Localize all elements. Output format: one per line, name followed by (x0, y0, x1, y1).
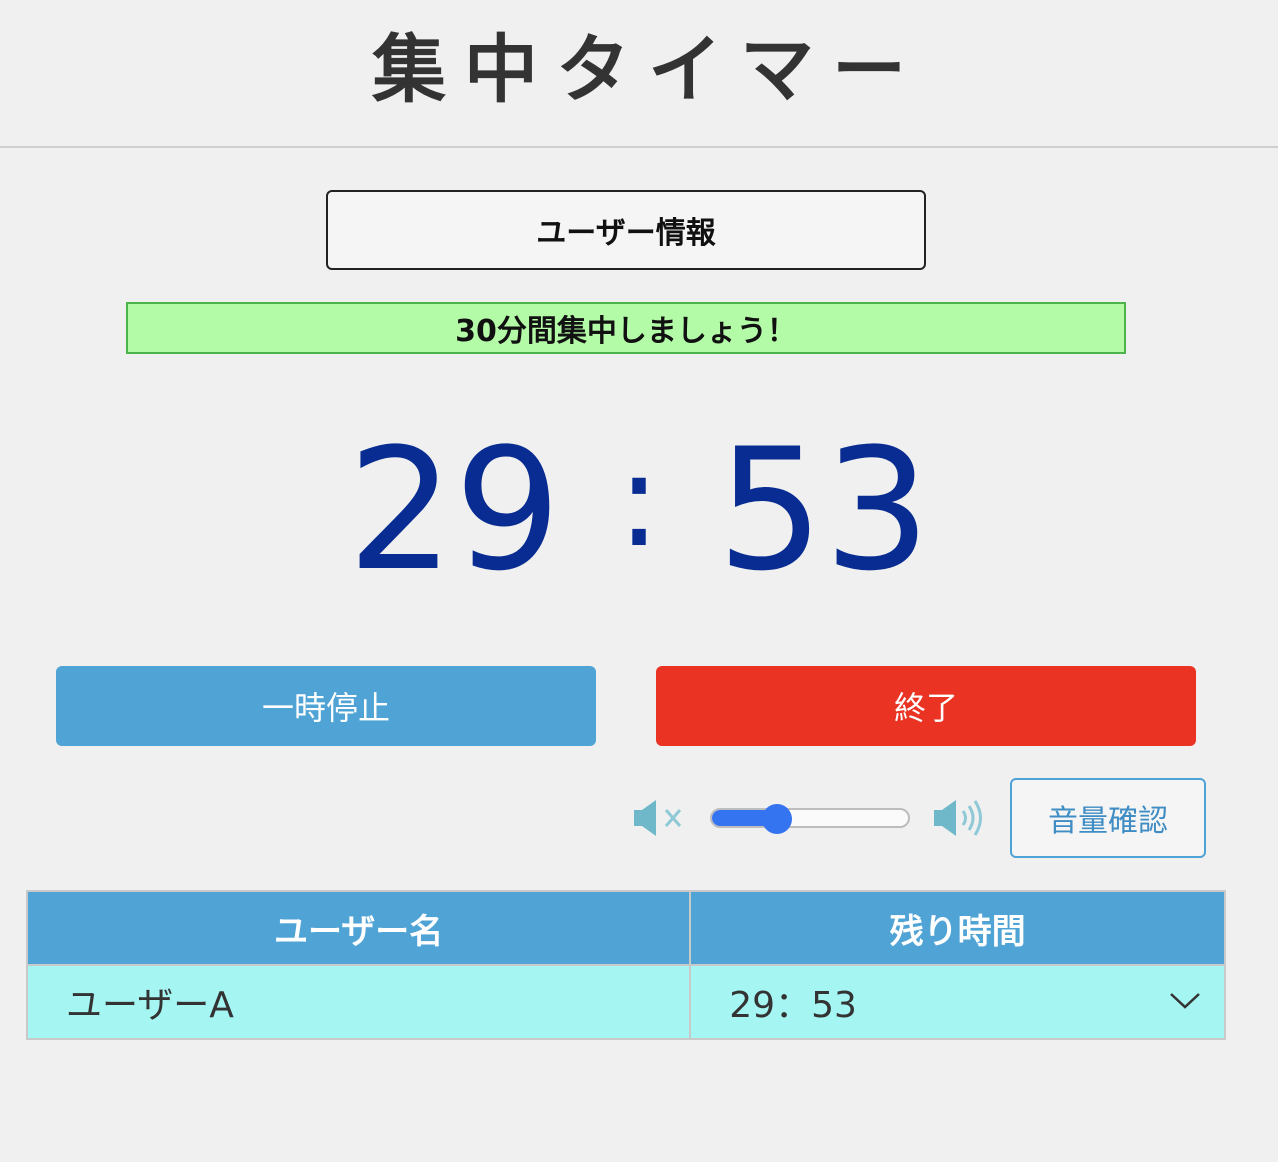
table-header-row: ユーザー名 残り時間 (25, 890, 1226, 966)
timer-separator: : (617, 424, 661, 576)
timer-minutes: 29 (347, 412, 562, 608)
user-info-button[interactable]: ユーザー情報 (326, 190, 926, 270)
volume-slider[interactable] (710, 804, 910, 834)
end-button[interactable]: 終了 (656, 666, 1196, 746)
volume-controls: 音量確認 (620, 778, 1220, 858)
pause-button[interactable]: 一時停止 (56, 666, 596, 746)
user-time-table: ユーザー名 残り時間 ユーザーA 29：53 (25, 890, 1226, 1040)
cell-user-name: ユーザーA (25, 964, 692, 1040)
app-title: 集中タイマー (0, 0, 1278, 148)
countdown-timer: 29 : 53 (0, 420, 1278, 600)
timer-seconds: 53 (716, 412, 931, 608)
volume-slider-thumb[interactable] (761, 804, 792, 834)
volume-check-button[interactable]: 音量確認 (1010, 778, 1206, 858)
focus-message-banner: 30分間集中しましょう！ (126, 302, 1126, 354)
focus-timer-page: 集中タイマー ユーザー情報 30分間集中しましょう！ 29 : 53 一時停止 … (0, 0, 1278, 1162)
speaker-loud-icon (934, 800, 982, 836)
cell-remaining-time: 29：53 (689, 964, 1226, 1040)
chevron-down-icon[interactable] (1168, 988, 1202, 1012)
remaining-time-value: 29：53 (729, 985, 857, 1026)
table-row[interactable]: ユーザーA 29：53 (25, 964, 1226, 1040)
speaker-mute-icon (634, 800, 682, 836)
column-header-user-name: ユーザー名 (25, 890, 692, 966)
column-header-remaining-time: 残り時間 (689, 890, 1226, 966)
